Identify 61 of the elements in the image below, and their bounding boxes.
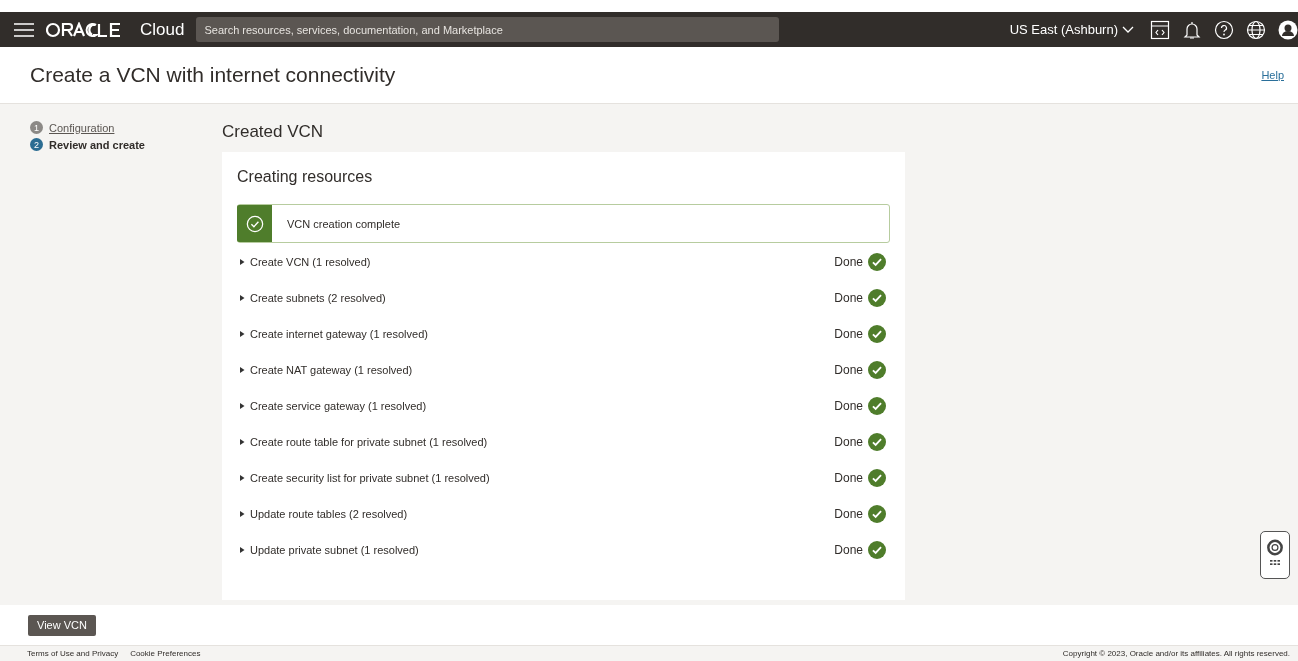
check-icon [868,289,886,307]
footer-link[interactable]: Cookie Preferences [130,649,201,658]
task-status: Done [834,291,863,305]
chevron-down-icon [1122,25,1134,34]
task-status: Done [834,327,863,341]
code-editor-icon[interactable] [1150,19,1170,40]
task-label[interactable]: Create subnets (2 resolved) [250,292,835,304]
task-status: Done [834,543,863,557]
task-status: Done [834,399,863,413]
task-status: Done [834,363,863,377]
menu-icon[interactable] [14,22,34,37]
task-label[interactable]: Create VCN (1 resolved) [250,256,835,268]
check-icon [868,325,886,343]
help-icon[interactable] [1214,19,1234,40]
task-label[interactable]: Update route tables (2 resolved) [250,508,835,520]
card-title: Creating resources [237,168,374,186]
caret-icon[interactable] [239,367,245,373]
banner-text: VCN creation complete [287,217,401,230]
success-icon [237,205,272,242]
page-title: Create a VCN with internet connectivity [30,63,397,87]
region-selector[interactable]: US East (Ashburn) [1009,22,1134,37]
check-icon [868,469,886,487]
caret-icon[interactable] [239,259,245,265]
caret-icon[interactable] [239,511,245,517]
caret-icon[interactable] [239,403,245,409]
check-icon [868,505,886,523]
user-avatar-icon[interactable] [1278,19,1298,40]
notifications-icon[interactable] [1182,19,1202,40]
step-link[interactable]: Review and create [49,138,145,151]
step-number: 2 [30,138,43,151]
task-status: Done [834,471,863,485]
section-title: Created VCN [222,122,325,142]
help-link[interactable]: Help [1261,69,1284,81]
search-field[interactable]: Search resources, services, documentation, and Marketplace [196,17,780,42]
task-label[interactable]: Create internet gateway (1 resolved) [250,328,835,340]
caret-icon[interactable] [239,295,245,301]
task-label[interactable]: Create security list for private subnet (1 resolved) [250,472,835,484]
task-status: Done [834,255,863,269]
check-icon [868,253,886,271]
task-status: Done [834,507,863,521]
check-icon [868,541,886,559]
globe-icon[interactable] [1246,19,1266,40]
task-label[interactable]: Create route table for private subnet (1 resolved) [250,436,835,448]
caret-icon[interactable] [239,475,245,481]
check-icon [868,361,886,379]
brand-name: Cloud [140,19,185,40]
copyright-text: Copyright © 2023, Oracle and/or its affiliates. All rights reserved. [1062,649,1290,658]
caret-icon[interactable] [239,439,245,445]
step-number: 1 [30,121,43,134]
task-label[interactable]: Update private subnet (1 resolved) [250,544,835,556]
task-status: Done [834,435,863,449]
support-widget[interactable] [1260,531,1290,579]
task-label[interactable]: Create NAT gateway (1 resolved) [250,364,835,376]
footer-link[interactable]: Terms of Use and Privacy [27,649,119,658]
task-label[interactable]: Create service gateway (1 resolved) [250,400,835,412]
caret-icon[interactable] [239,331,245,337]
check-icon [868,433,886,451]
step-link[interactable]: Configuration [49,121,115,134]
view-vcn-button[interactable]: View VCN [28,614,96,636]
check-icon [868,397,886,415]
caret-icon[interactable] [239,547,245,553]
